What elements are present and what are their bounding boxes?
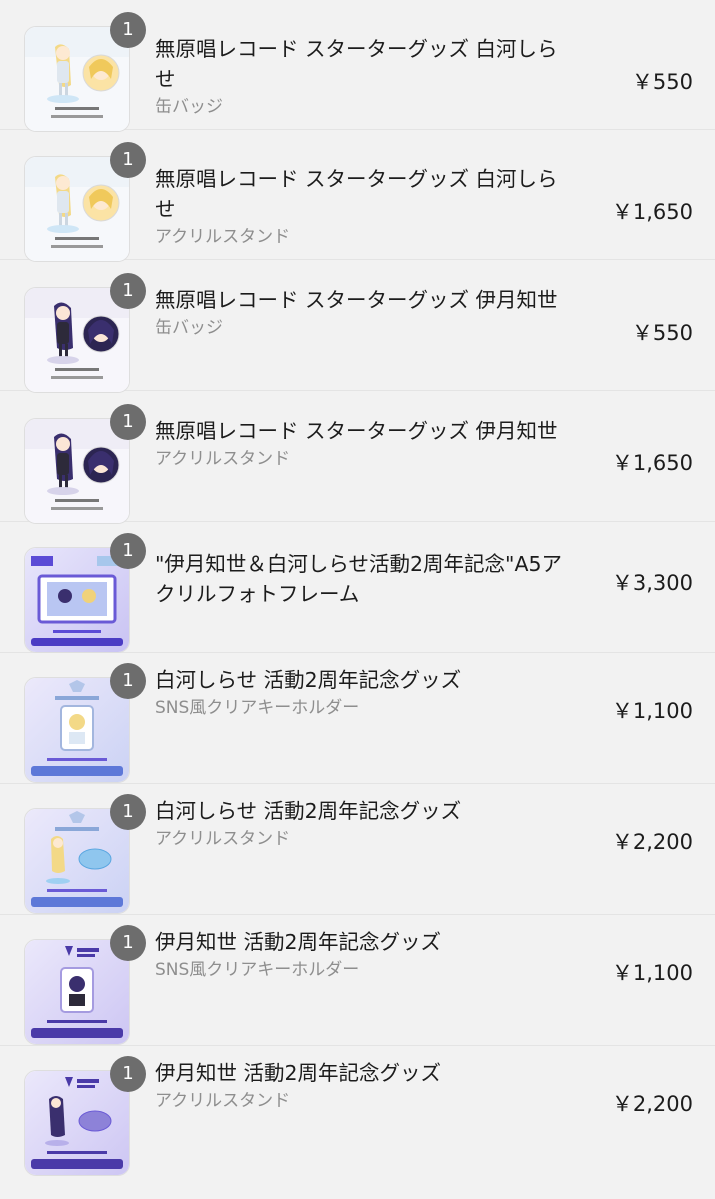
product-thumbnail-wrap[interactable]: 1 xyxy=(24,12,146,132)
item-price: ￥1,650 xyxy=(611,451,693,475)
quantity-badge: 1 xyxy=(110,404,146,440)
quantity-badge: 1 xyxy=(110,533,146,569)
quantity-badge: 1 xyxy=(110,663,146,699)
item-price: ￥3,300 xyxy=(611,571,693,595)
cart-item-list: 1 無原唱レコード スターターグッズ 白河しらせ 缶バッジ ￥550 1 無原唱… xyxy=(0,0,715,1199)
item-variant: アクリルスタンド xyxy=(155,829,291,849)
item-info: 伊月知世 活動2周年記念グッズ アクリルスタンド xyxy=(155,1058,567,1113)
item-price: ￥550 xyxy=(631,321,693,345)
item-variant: 缶バッジ xyxy=(155,97,223,117)
cart-item[interactable]: 1 無原唱レコード スターターグッズ 白河しらせ 缶バッジ ￥550 xyxy=(0,0,715,132)
cart-item[interactable]: 1 白河しらせ 活動2周年記念グッズ SNS風クリアキーホルダー ￥1,100 xyxy=(0,653,715,784)
item-info: 無原唱レコード スターターグッズ 伊月知世 缶バッジ xyxy=(155,285,567,340)
item-variant: SNS風クリアキーホルダー xyxy=(155,698,360,718)
cart-item[interactable]: 1 伊月知世 活動2周年記念グッズ SNS風クリアキーホルダー ￥1,100 xyxy=(0,915,715,1046)
product-thumbnail-wrap[interactable]: 1 xyxy=(24,404,146,524)
product-thumbnail-wrap[interactable]: 1 xyxy=(24,273,146,393)
product-thumbnail-wrap[interactable]: 1 xyxy=(24,142,146,262)
item-title[interactable]: 白河しらせ 活動2周年記念グッズ xyxy=(155,796,567,826)
cart-item[interactable]: 1 無原唱レコード スターターグッズ 白河しらせ アクリルスタンド ￥1,650 xyxy=(0,130,715,262)
quantity-badge: 1 xyxy=(110,1056,146,1092)
product-thumbnail-wrap[interactable]: 1 xyxy=(24,663,146,783)
item-info: 無原唱レコード スターターグッズ 伊月知世 アクリルスタンド xyxy=(155,416,567,471)
product-thumbnail-wrap[interactable]: 1 xyxy=(24,925,146,1045)
item-price: ￥2,200 xyxy=(611,830,693,854)
item-info: 無原唱レコード スターターグッズ 白河しらせ アクリルスタンド xyxy=(155,164,567,249)
item-price: ￥1,100 xyxy=(611,961,693,985)
product-thumbnail-wrap[interactable]: 1 xyxy=(24,533,146,653)
item-variant: SNS風クリアキーホルダー xyxy=(155,960,360,980)
item-title[interactable]: 無原唱レコード スターターグッズ 白河しらせ xyxy=(155,34,567,94)
cart-item[interactable]: 1 伊月知世 活動2周年記念グッズ アクリルスタンド ￥2,200 xyxy=(0,1046,715,1197)
item-price: ￥2,200 xyxy=(611,1092,693,1116)
item-info: 白河しらせ 活動2周年記念グッズ アクリルスタンド xyxy=(155,796,567,851)
cart-item[interactable]: 1 無原唱レコード スターターグッズ 伊月知世 缶バッジ ￥550 xyxy=(0,260,715,393)
quantity-badge: 1 xyxy=(110,794,146,830)
product-thumbnail-wrap[interactable]: 1 xyxy=(24,1056,146,1176)
item-title[interactable]: 無原唱レコード スターターグッズ 伊月知世 xyxy=(155,285,567,315)
item-variant: アクリルスタンド xyxy=(155,1091,291,1111)
item-title[interactable]: 無原唱レコード スターターグッズ 伊月知世 xyxy=(155,416,567,446)
item-title[interactable]: 無原唱レコード スターターグッズ 白河しらせ xyxy=(155,164,567,224)
quantity-badge: 1 xyxy=(110,273,146,309)
item-info: 無原唱レコード スターターグッズ 白河しらせ 缶バッジ xyxy=(155,34,567,119)
cart-item[interactable]: 1 無原唱レコード スターターグッズ 伊月知世 アクリルスタンド ￥1,650 xyxy=(0,391,715,524)
item-variant: 缶バッジ xyxy=(155,318,223,338)
item-title[interactable]: 白河しらせ 活動2周年記念グッズ xyxy=(155,665,567,695)
item-info: "伊月知世＆白河しらせ活動2周年記念"A5アクリルフォトフレーム xyxy=(155,549,567,610)
quantity-badge: 1 xyxy=(110,12,146,48)
product-thumbnail-wrap[interactable]: 1 xyxy=(24,794,146,914)
cart-item[interactable]: 1 "伊月知世＆白河しらせ活動2周年記念"A5アクリルフォトフレーム ￥3,30… xyxy=(0,522,715,653)
item-variant: アクリルスタンド xyxy=(155,227,291,247)
item-price: ￥550 xyxy=(631,70,693,94)
item-info: 白河しらせ 活動2周年記念グッズ SNS風クリアキーホルダー xyxy=(155,665,567,720)
item-variant: アクリルスタンド xyxy=(155,449,291,469)
item-title[interactable]: 伊月知世 活動2周年記念グッズ xyxy=(155,927,567,957)
cart-item[interactable]: 1 白河しらせ 活動2周年記念グッズ アクリルスタンド ￥2,200 xyxy=(0,784,715,915)
item-info: 伊月知世 活動2周年記念グッズ SNS風クリアキーホルダー xyxy=(155,927,567,982)
item-title[interactable]: "伊月知世＆白河しらせ活動2周年記念"A5アクリルフォトフレーム xyxy=(155,549,567,609)
item-price: ￥1,100 xyxy=(611,699,693,723)
quantity-badge: 1 xyxy=(110,142,146,178)
quantity-badge: 1 xyxy=(110,925,146,961)
item-price: ￥1,650 xyxy=(611,200,693,224)
item-title[interactable]: 伊月知世 活動2周年記念グッズ xyxy=(155,1058,567,1088)
